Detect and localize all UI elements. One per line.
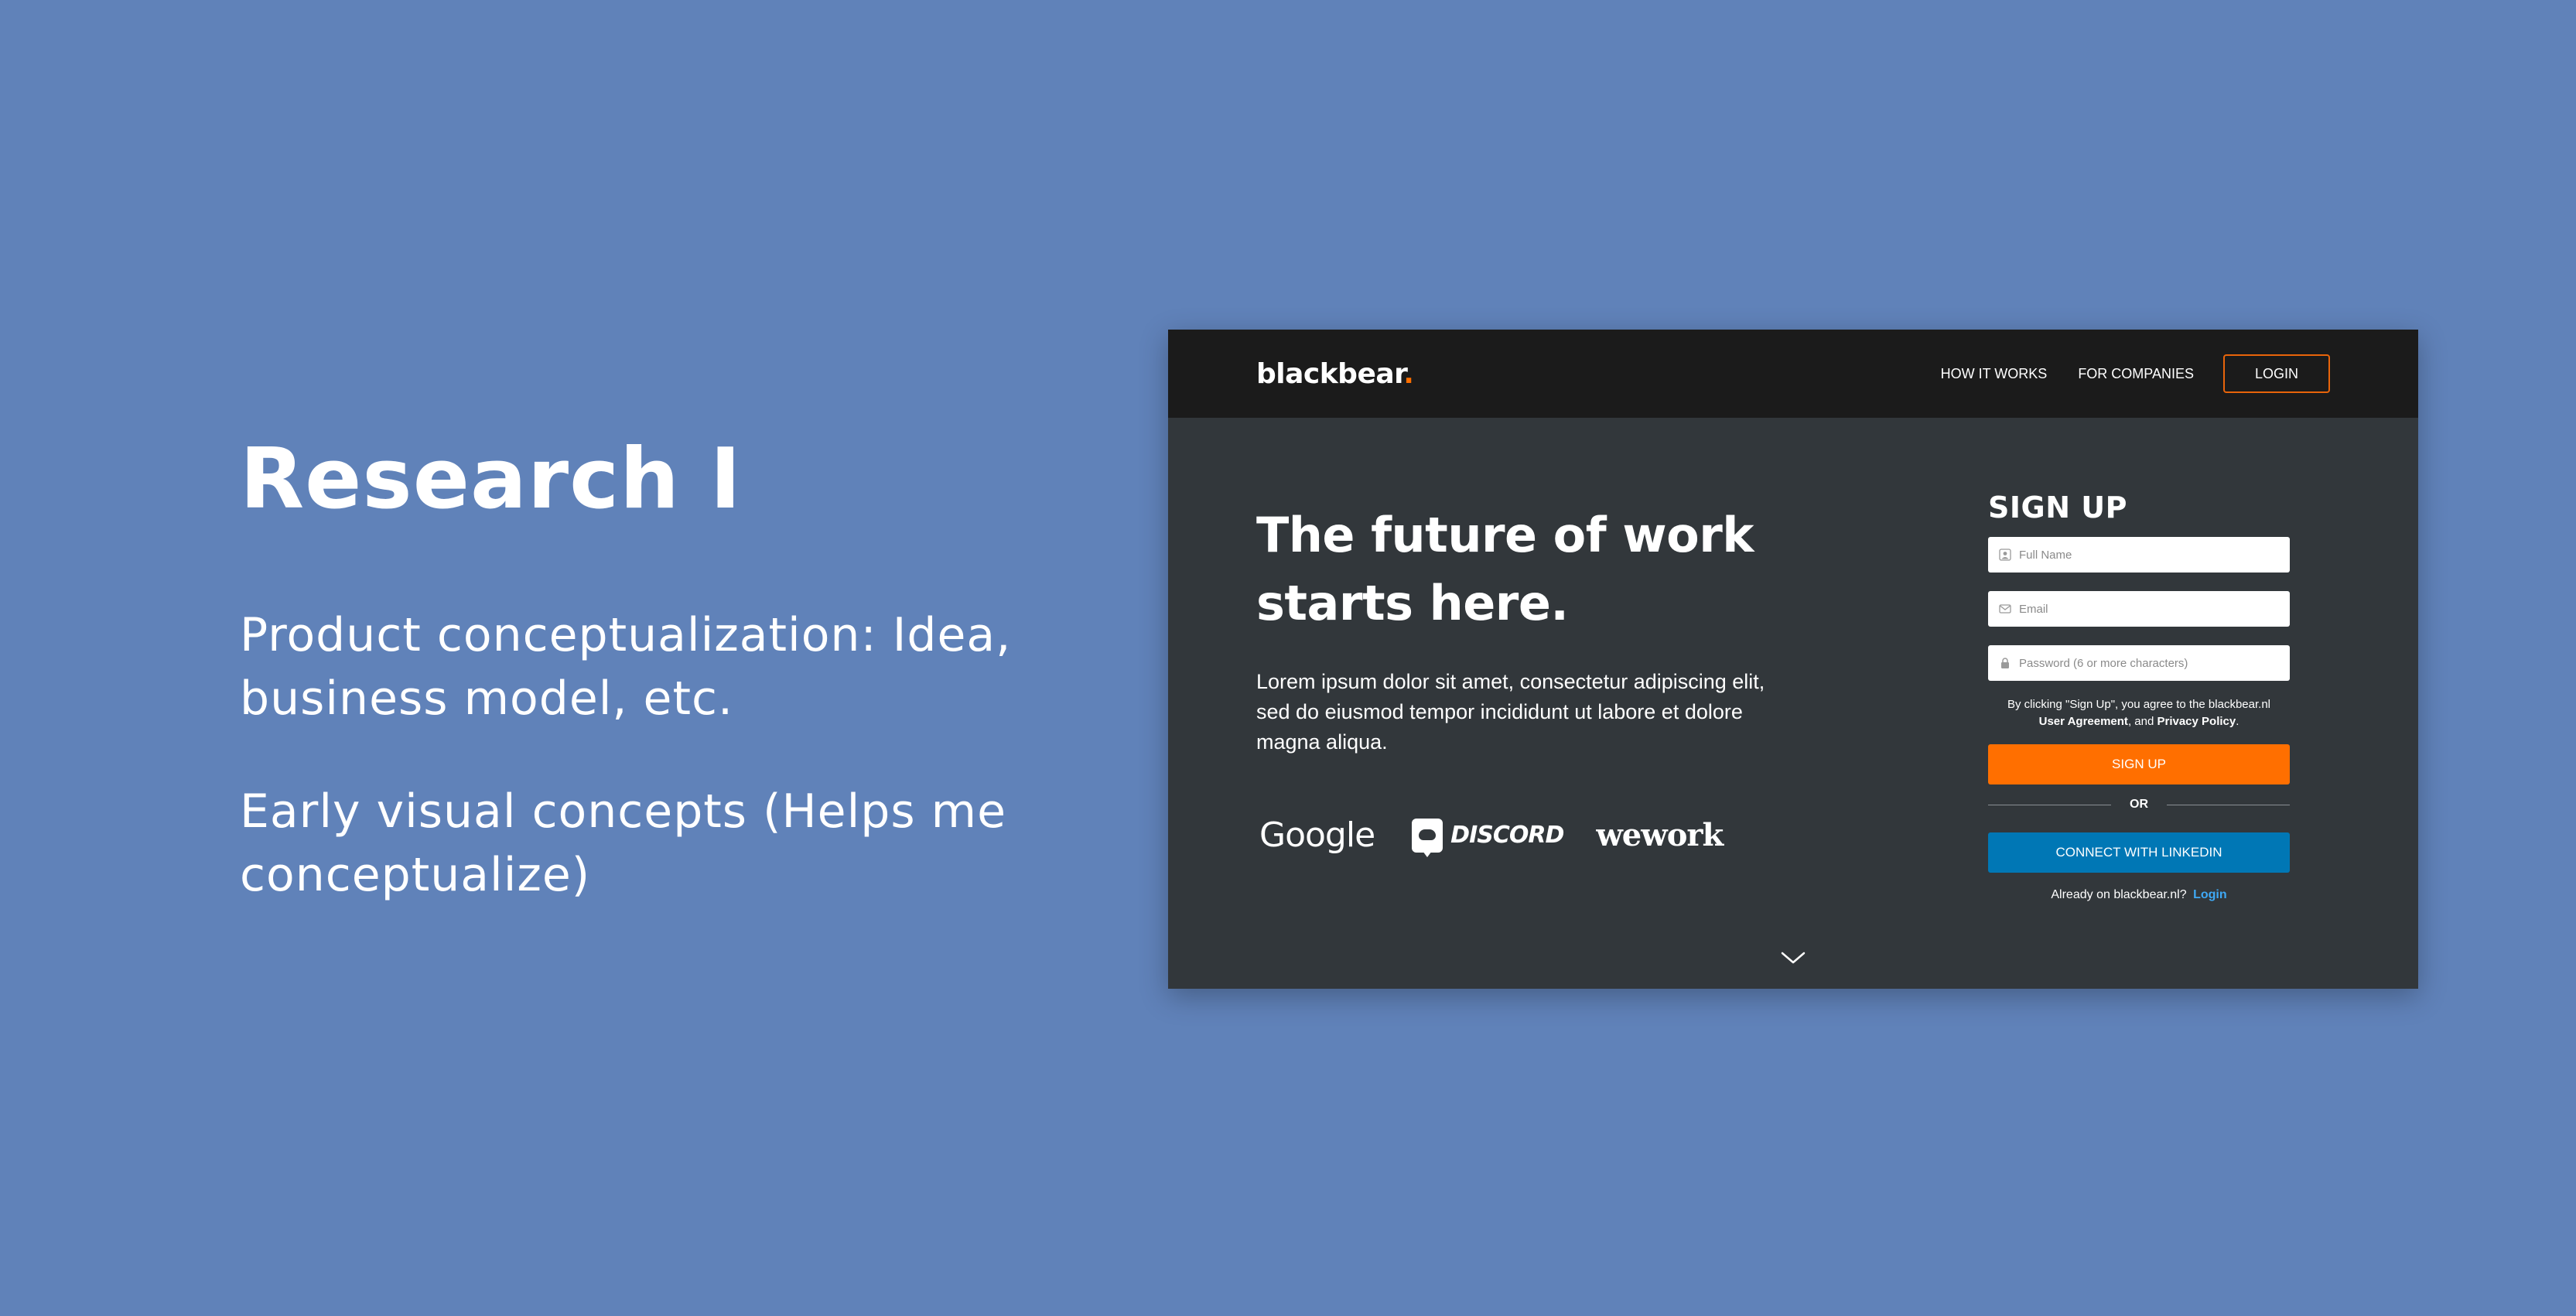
top-navbar: blackbear. HOW IT WORKS FOR COMPANIES LO… <box>1168 330 2418 418</box>
privacy-policy-link[interactable]: Privacy Policy <box>2157 715 2236 728</box>
logo-dot: . <box>1403 357 1414 390</box>
user-agreement-link[interactable]: User Agreement <box>2039 715 2128 728</box>
agreement-end: . <box>2236 715 2239 728</box>
hero-headline: The future of work starts here. <box>1256 501 1782 637</box>
google-logo: Google <box>1259 815 1375 855</box>
wework-logo: wework <box>1596 817 1724 853</box>
lock-icon <box>1997 655 2013 671</box>
person-icon <box>1997 547 2013 562</box>
or-label: OR <box>2130 798 2148 811</box>
agreement-text: By clicking "Sign Up", you agree to the … <box>1988 696 2290 730</box>
signup-button[interactable]: SIGN UP <box>1988 744 2290 784</box>
signup-title: SIGN UP <box>1988 491 2127 525</box>
full-name-field[interactable] <box>1988 537 2290 573</box>
signup-form: SIGN UP By clicking "Sign Up", you agree… <box>1988 489 2290 902</box>
hero-headline-line-1: The future of work <box>1256 507 1754 563</box>
or-divider: OR <box>1988 794 2290 815</box>
connect-linkedin-button[interactable]: CONNECT WITH LINKEDIN <box>1988 832 2290 873</box>
blackbear-logo[interactable]: blackbear. <box>1256 357 1414 390</box>
logo-text: blackbear <box>1256 357 1404 390</box>
password-input[interactable] <box>2019 656 2267 670</box>
already-member-label: Already on blackbear.nl? <box>2051 888 2187 901</box>
nav-links: HOW IT WORKS FOR COMPANIES LOGIN <box>1910 354 2330 393</box>
envelope-icon <box>1997 601 2013 617</box>
hero-section: The future of work starts here. Lorem ip… <box>1256 501 1782 757</box>
hero-headline-line-2: starts here. <box>1256 575 1569 631</box>
discord-wordmark: DISCORD <box>1450 822 1564 849</box>
slide-paragraph-2: Early visual concepts (Helps me conceptu… <box>240 784 1007 902</box>
login-link[interactable]: Login <box>2193 888 2227 901</box>
full-name-input[interactable] <box>2019 548 2267 562</box>
nav-how-it-works[interactable]: HOW IT WORKS <box>1941 366 2048 382</box>
hero-description: Lorem ipsum dolor sit amet, consectetur … <box>1256 670 1765 754</box>
email-input[interactable] <box>2019 602 2267 616</box>
discord-logo: DISCORD <box>1412 818 1564 857</box>
slide-text: Research I Product conceptualization: Id… <box>240 433 1013 907</box>
password-field[interactable] <box>1988 645 2290 681</box>
email-field[interactable] <box>1988 591 2290 627</box>
nav-for-companies[interactable]: FOR COMPANIES <box>2078 366 2194 382</box>
login-button[interactable]: LOGIN <box>2223 354 2330 393</box>
agreement-and: , and <box>2127 715 2154 728</box>
partner-logos: Google DISCORD wework <box>1259 815 1724 857</box>
slide-title: Research I <box>240 431 742 528</box>
discord-icon <box>1412 818 1443 857</box>
chevron-down-icon[interactable] <box>1779 949 1807 967</box>
already-member-text: Already on blackbear.nl? Login <box>1988 888 2290 902</box>
agreement-prefix: By clicking "Sign Up", you agree to the … <box>2007 698 2270 711</box>
website-mockup: blackbear. HOW IT WORKS FOR COMPANIES LO… <box>1168 330 2418 989</box>
slide-paragraph-1: Product conceptualization: Idea, busines… <box>240 608 1012 726</box>
